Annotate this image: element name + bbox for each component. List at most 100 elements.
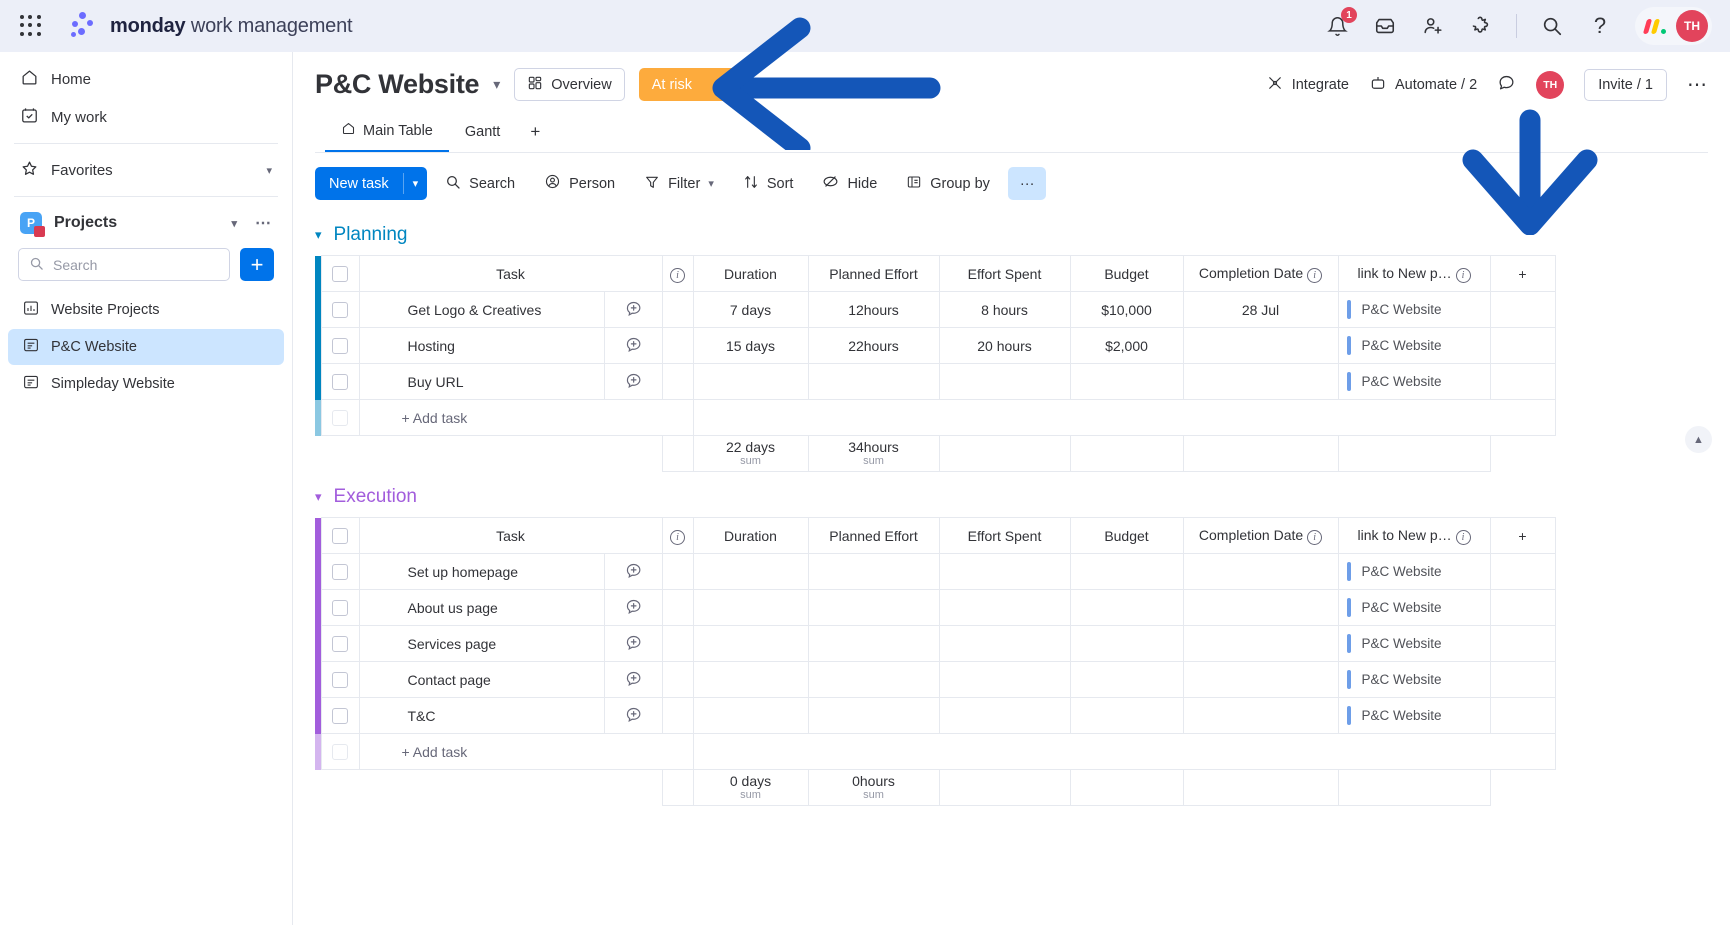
add-task-row[interactable]: + Add task bbox=[315, 733, 1556, 770]
sidebar-item-projects[interactable]: P Projects ▾ ⋯ bbox=[8, 204, 284, 242]
table-row[interactable]: Set up homepage P&C Website bbox=[315, 553, 1556, 590]
board-more-menu-icon[interactable]: ⋯ bbox=[1687, 72, 1708, 97]
integrate-button[interactable]: Integrate bbox=[1266, 74, 1349, 96]
cell-open-updates[interactable] bbox=[603, 327, 663, 364]
link-label[interactable]: P&C Website bbox=[1362, 672, 1442, 687]
monday-brand[interactable]: monday work management bbox=[70, 12, 353, 40]
add-view-button[interactable]: + bbox=[516, 114, 554, 152]
profile-menu[interactable]: TH bbox=[1635, 7, 1712, 45]
person-button[interactable]: Person bbox=[533, 167, 626, 200]
cell-link[interactable]: P&C Website bbox=[1337, 697, 1491, 734]
cell-open-updates[interactable] bbox=[603, 291, 663, 328]
table-row[interactable]: Contact page P&C Website bbox=[315, 661, 1556, 698]
link-label[interactable]: P&C Website bbox=[1362, 564, 1442, 579]
chevron-down-icon[interactable]: ▾ bbox=[720, 78, 726, 91]
row-checkbox-cell[interactable] bbox=[320, 363, 360, 400]
bell-icon[interactable]: 1 bbox=[1324, 7, 1357, 39]
column-header-duration[interactable]: Duration bbox=[692, 517, 809, 554]
cell-task-name[interactable]: Hosting bbox=[358, 327, 605, 364]
filter-button[interactable]: Filter ▾ bbox=[633, 167, 725, 200]
column-header-link[interactable]: link to New p… i bbox=[1337, 517, 1491, 554]
link-label[interactable]: P&C Website bbox=[1362, 374, 1442, 389]
group-by-button[interactable]: Group by bbox=[895, 167, 1001, 200]
board-member-avatar[interactable]: TH bbox=[1536, 70, 1565, 99]
workspace-more-icon[interactable]: ⋯ bbox=[255, 213, 272, 233]
add-update-icon[interactable] bbox=[624, 633, 643, 652]
row-checkbox-cell[interactable] bbox=[320, 625, 360, 662]
column-header-effort-spent[interactable]: Effort Spent bbox=[938, 517, 1071, 554]
chevron-down-icon[interactable]: ▾ bbox=[231, 217, 237, 230]
automate-button[interactable]: Automate / 2 bbox=[1369, 74, 1477, 96]
apps-marketplace-icon[interactable] bbox=[1468, 13, 1494, 39]
cell-link[interactable]: P&C Website bbox=[1337, 291, 1491, 328]
row-checkbox-cell[interactable] bbox=[320, 327, 360, 364]
link-label[interactable]: P&C Website bbox=[1362, 302, 1442, 317]
row-checkbox[interactable] bbox=[332, 301, 348, 318]
add-board-button[interactable]: + bbox=[240, 248, 274, 281]
link-label[interactable]: P&C Website bbox=[1362, 636, 1442, 651]
row-checkbox[interactable] bbox=[332, 337, 348, 354]
select-all-checkbox-cell[interactable] bbox=[320, 517, 360, 554]
add-column-button[interactable]: + bbox=[1489, 517, 1556, 554]
cell-link[interactable]: P&C Website bbox=[1337, 363, 1491, 400]
collapse-toolbar-button[interactable]: ▲ bbox=[1685, 426, 1712, 453]
select-all-checkbox[interactable] bbox=[332, 265, 348, 282]
overview-button[interactable]: Overview bbox=[514, 68, 625, 101]
toolbar-more-button[interactable]: ··· bbox=[1007, 167, 1047, 200]
cell-link[interactable]: P&C Website bbox=[1337, 661, 1491, 698]
column-header-effort-spent[interactable]: Effort Spent bbox=[938, 255, 1071, 292]
row-checkbox[interactable] bbox=[332, 599, 348, 616]
column-header-budget[interactable]: Budget bbox=[1069, 255, 1184, 292]
cell-task-name[interactable]: Get Logo & Creatives bbox=[358, 291, 605, 328]
group-collapse-chevron-icon[interactable]: ▾ bbox=[315, 227, 322, 243]
link-label[interactable]: P&C Website bbox=[1362, 338, 1442, 353]
sidebar-item-simpleday-website[interactable]: Simpleday Website bbox=[8, 366, 284, 402]
new-task-button[interactable]: New task ▾ bbox=[315, 167, 428, 200]
cell-link[interactable]: P&C Website bbox=[1337, 625, 1491, 662]
row-checkbox[interactable] bbox=[332, 671, 348, 688]
table-row[interactable]: Hosting 15 days 22hours 20 hours $2,000 P&C W… bbox=[315, 327, 1556, 364]
cell-open-updates[interactable] bbox=[603, 625, 663, 662]
row-checkbox[interactable] bbox=[332, 635, 348, 652]
link-label[interactable]: P&C Website bbox=[1362, 600, 1442, 615]
table-row[interactable]: Services page P&C Website bbox=[315, 625, 1556, 662]
column-header-link[interactable]: link to New p… i bbox=[1337, 255, 1491, 292]
cell-task-name[interactable]: Buy URL bbox=[358, 363, 605, 400]
row-checkbox-cell[interactable] bbox=[320, 697, 360, 734]
sidebar-item-website-projects[interactable]: Website Projects bbox=[8, 292, 284, 328]
add-update-icon[interactable] bbox=[624, 561, 643, 580]
column-header-planned-effort[interactable]: Planned Effort bbox=[807, 517, 940, 554]
search-button[interactable]: Search bbox=[434, 167, 526, 200]
column-header-task[interactable]: Task bbox=[358, 255, 663, 292]
row-checkbox[interactable] bbox=[332, 707, 348, 724]
apps-grid-icon[interactable] bbox=[20, 15, 42, 37]
cell-task-name[interactable]: Contact page bbox=[358, 661, 605, 698]
row-checkbox-cell[interactable] bbox=[320, 589, 360, 626]
link-label[interactable]: P&C Website bbox=[1362, 708, 1442, 723]
group-title[interactable]: Planning bbox=[334, 224, 408, 246]
inbox-icon[interactable] bbox=[1372, 13, 1398, 39]
add-update-icon[interactable] bbox=[624, 597, 643, 616]
add-update-icon[interactable] bbox=[624, 669, 643, 688]
cell-open-updates[interactable] bbox=[603, 697, 663, 734]
cell-open-updates[interactable] bbox=[603, 553, 663, 590]
cell-task-name[interactable]: T&C bbox=[358, 697, 605, 734]
add-update-icon[interactable] bbox=[624, 335, 643, 354]
table-row[interactable]: T&C P&C Website bbox=[315, 697, 1556, 734]
invite-member-icon[interactable] bbox=[1420, 13, 1446, 39]
column-header-completion-date[interactable]: Completion Date i bbox=[1182, 517, 1339, 554]
add-task-row[interactable]: + Add task bbox=[315, 399, 1556, 436]
column-header-duration[interactable]: Duration bbox=[692, 255, 809, 292]
cell-task-name[interactable]: Set up homepage bbox=[358, 553, 605, 590]
group-title[interactable]: Execution bbox=[334, 486, 417, 508]
select-all-checkbox-cell[interactable] bbox=[320, 255, 360, 292]
tab-gantt[interactable]: Gantt bbox=[449, 116, 516, 152]
cell-link[interactable]: P&C Website bbox=[1337, 553, 1491, 590]
avatar[interactable]: TH bbox=[1676, 10, 1708, 42]
sidebar-item-my-work[interactable]: My work bbox=[8, 98, 284, 136]
add-update-icon[interactable] bbox=[624, 371, 643, 390]
help-icon[interactable]: ? bbox=[1587, 13, 1613, 39]
board-menu-chevron-down-icon[interactable]: ▾ bbox=[493, 76, 500, 93]
table-row[interactable]: About us page P&C Website bbox=[315, 589, 1556, 626]
table-row[interactable]: Buy URL P&C Website bbox=[315, 363, 1556, 400]
